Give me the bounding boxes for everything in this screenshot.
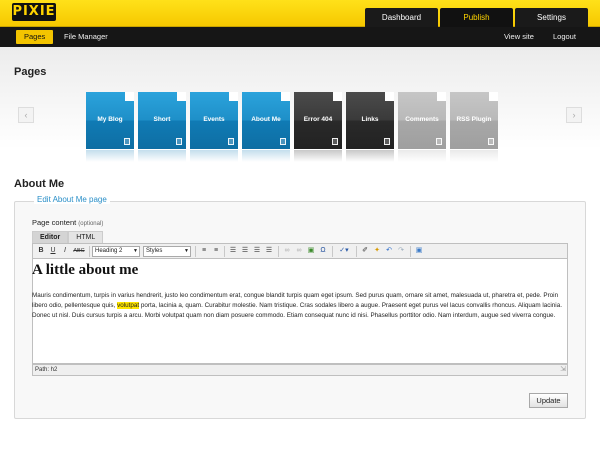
tab-html[interactable]: HTML xyxy=(68,231,104,243)
page-tile-events[interactable]: Events xyxy=(190,92,238,162)
fullscreen-icon[interactable]: ▣ xyxy=(414,246,424,256)
top-tabs: Dashboard Publish Settings xyxy=(365,8,588,27)
editor-tabs: Editor HTML xyxy=(32,231,104,243)
document-icon xyxy=(280,138,286,145)
page-tile-error-404[interactable]: Error 404 xyxy=(294,92,342,162)
bullet-list-icon[interactable]: ≡ xyxy=(199,246,209,256)
underline-button[interactable]: U xyxy=(48,246,58,256)
chevron-right-icon: › xyxy=(572,110,576,120)
document-icon xyxy=(124,138,130,145)
document-icon xyxy=(384,138,390,145)
page-tile-my-blog[interactable]: My Blog xyxy=(86,92,134,162)
italic-button[interactable]: I xyxy=(60,246,70,256)
carousel-next-button[interactable]: › xyxy=(566,107,582,123)
subnav-file-manager[interactable]: File Manager xyxy=(64,30,108,44)
cleanup-icon[interactable]: ✦ xyxy=(372,246,382,256)
subnav-pages[interactable]: Pages xyxy=(16,30,54,44)
align-right-icon[interactable]: ☰ xyxy=(252,246,262,256)
bold-button[interactable]: B xyxy=(36,246,46,256)
align-center-icon[interactable]: ☰ xyxy=(240,246,250,256)
page-tile-label: RSS Plugin xyxy=(456,116,492,123)
sub-navigation: Pages File Manager View site Logout xyxy=(0,27,600,47)
undo-icon[interactable]: ↶ xyxy=(384,246,394,256)
page-tile-label: My Blog xyxy=(97,116,123,123)
align-left-icon[interactable]: ☰ xyxy=(228,246,238,256)
tab-editor[interactable]: Editor xyxy=(32,231,69,243)
page-tile-label: Events xyxy=(203,116,225,123)
page-content-label: Page content (optional) xyxy=(32,218,104,227)
about-me-heading: About Me xyxy=(14,178,65,190)
document-icon xyxy=(228,138,234,145)
document-icon xyxy=(332,138,338,145)
page-tile-rss-plugin[interactable]: RSS Plugin xyxy=(450,92,498,162)
page-tile-label: About Me xyxy=(251,116,281,123)
page-tile-links[interactable]: Links xyxy=(346,92,394,162)
numbered-list-icon[interactable]: ≡ xyxy=(211,246,221,256)
strikethrough-button[interactable]: ABC xyxy=(72,246,86,256)
styles-select[interactable]: Styles ▼ xyxy=(143,246,191,257)
pages-heading: Pages xyxy=(14,66,47,78)
document-icon xyxy=(488,138,494,145)
view-site-link[interactable]: View site xyxy=(504,30,534,44)
tab-dashboard[interactable]: Dashboard xyxy=(365,8,438,27)
page-tile-comments[interactable]: Comments xyxy=(398,92,446,162)
resize-handle-icon[interactable]: ⇲ xyxy=(560,365,566,375)
editor-toolbar: B U I ABC Heading 2 ▼ Styles ▼ ≡ ≡ ☰ ☰ ☰ ☰… xyxy=(32,243,568,259)
document-icon xyxy=(176,138,182,145)
top-bar: PIXIE Dashboard Publish Settings xyxy=(0,0,600,27)
carousel-prev-button[interactable]: ‹ xyxy=(18,107,34,123)
content-paragraph[interactable]: Mauris condimentum, turpis in varius hen… xyxy=(32,291,562,321)
chevron-down-icon: ▼ xyxy=(133,248,138,254)
chevron-left-icon: ‹ xyxy=(24,110,28,120)
image-icon[interactable]: ▣ xyxy=(306,246,316,256)
logout-link[interactable]: Logout xyxy=(553,30,576,44)
document-icon xyxy=(436,138,442,145)
page-tiles: My Blog Short Events About Me Error 404 … xyxy=(86,92,498,162)
page-tile-label: Links xyxy=(361,116,379,123)
highlighted-word: volutpat xyxy=(117,302,140,309)
page-tile-label: Comments xyxy=(405,116,439,123)
page-tile-about-me[interactable]: About Me xyxy=(242,92,290,162)
editor-statusbar: Path: h2 ⇲ xyxy=(32,364,568,376)
special-character-icon[interactable]: Ω xyxy=(318,246,328,256)
update-button[interactable]: Update xyxy=(529,393,568,408)
pixie-logo[interactable]: PIXIE xyxy=(12,3,56,21)
align-justify-icon[interactable]: ☰ xyxy=(264,246,274,256)
edit-page-legend: Edit About Me page xyxy=(34,195,110,204)
spellcheck-icon[interactable]: ✓▾ xyxy=(336,246,352,256)
redo-icon[interactable]: ↷ xyxy=(396,246,406,256)
tab-settings[interactable]: Settings xyxy=(515,8,588,27)
unlink-icon[interactable]: ∞ xyxy=(294,246,304,256)
page-tile-short[interactable]: Short xyxy=(138,92,186,162)
page-tile-label: Short xyxy=(153,116,171,123)
format-select[interactable]: Heading 2 ▼ xyxy=(92,246,140,257)
optional-hint: (optional) xyxy=(78,221,104,227)
link-icon[interactable]: ∞ xyxy=(282,246,292,256)
element-path: Path: h2 xyxy=(35,367,58,373)
chevron-down-icon: ▼ xyxy=(184,248,189,254)
remove-format-icon[interactable]: ✐ xyxy=(360,246,370,256)
page-tile-label: Error 404 xyxy=(303,116,333,123)
content-heading[interactable]: A little about me xyxy=(32,262,138,279)
tab-publish[interactable]: Publish xyxy=(440,8,513,27)
